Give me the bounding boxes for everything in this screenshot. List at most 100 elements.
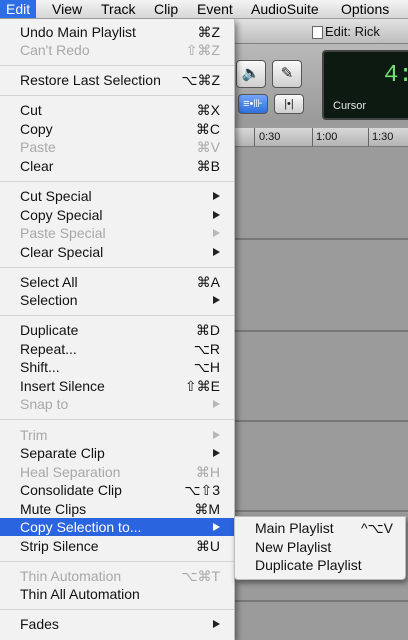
menu-view[interactable]: View bbox=[52, 0, 82, 18]
link-track-button[interactable]: ≡•⊪ bbox=[238, 94, 268, 114]
nudge-button[interactable]: |•| bbox=[274, 94, 304, 114]
document-icon bbox=[312, 26, 323, 39]
submenu-item-main-playlist[interactable]: Main Playlist ^⌥V bbox=[235, 519, 405, 537]
menu-item-duplicate[interactable]: Duplicate ⌘D bbox=[0, 321, 234, 339]
edit-menu: Undo Main Playlist ⌘Z Can't Redo ⇧⌘Z Res… bbox=[0, 19, 235, 640]
menu-item-shortcut: ⌘Z bbox=[197, 24, 220, 40]
submenu-arrow-icon bbox=[213, 229, 220, 237]
ruler-tick bbox=[254, 128, 255, 146]
menu-item-shortcut: ⌘C bbox=[195, 121, 220, 137]
ruler-tick bbox=[312, 128, 313, 146]
menu-item-label: Cut bbox=[20, 102, 42, 118]
menu-separator bbox=[0, 65, 234, 66]
menu-item-strip-silence[interactable]: Strip Silence ⌘U bbox=[0, 537, 234, 555]
menu-item-shortcut: ⌥⇧3 bbox=[184, 482, 220, 498]
submenu-item-duplicate-playlist[interactable]: Duplicate Playlist bbox=[235, 556, 405, 574]
menu-item-copy-selection-to[interactable]: Copy Selection to... bbox=[0, 518, 234, 536]
menu-item-insert-silence[interactable]: Insert Silence ⇧⌘E bbox=[0, 377, 234, 395]
menu-item-cut-special[interactable]: Cut Special bbox=[0, 187, 234, 205]
menu-item-shift[interactable]: Shift... ⌥H bbox=[0, 358, 234, 376]
menu-item-label: Clear bbox=[20, 158, 54, 174]
menu-item-shortcut: ⌥H bbox=[193, 359, 220, 375]
menu-bar: Edit View Track Clip Event AudioSuite Op… bbox=[0, 0, 408, 19]
menu-item-label: Separate Clip bbox=[20, 445, 105, 461]
menu-item-select-all[interactable]: Select All ⌘A bbox=[0, 273, 234, 291]
submenu-arrow-icon bbox=[213, 431, 220, 439]
menu-separator bbox=[0, 561, 234, 562]
menu-item-label: Cut Special bbox=[20, 188, 92, 204]
menu-item-shortcut: ⌘D bbox=[195, 322, 220, 338]
menu-item-label: Restore Last Selection bbox=[20, 72, 161, 88]
menu-separator bbox=[0, 315, 234, 316]
submenu-arrow-icon bbox=[213, 449, 220, 457]
menu-item-label: Thin All Automation bbox=[20, 586, 140, 602]
menu-item-clear-special[interactable]: Clear Special bbox=[0, 243, 234, 261]
ruler-tick bbox=[368, 128, 369, 146]
menu-item-mute-clips[interactable]: Mute Clips ⌘M bbox=[0, 500, 234, 518]
menu-item-label: Paste Special bbox=[20, 225, 106, 241]
menu-item-label: Copy Special bbox=[20, 207, 103, 223]
menu-item-consolidate-clip[interactable]: Consolidate Clip ⌥⇧3 bbox=[0, 481, 234, 499]
menu-item-label: Fades bbox=[20, 616, 59, 632]
menu-item-fades[interactable]: Fades bbox=[0, 615, 234, 633]
menu-separator bbox=[0, 95, 234, 96]
menu-item-undo[interactable]: Undo Main Playlist ⌘Z bbox=[0, 23, 234, 41]
menu-item-separate-clip[interactable]: Separate Clip bbox=[0, 444, 234, 462]
submenu-arrow-icon bbox=[213, 211, 220, 219]
menu-item-shortcut: ⌘B bbox=[196, 158, 220, 174]
menu-item-cut[interactable]: Cut ⌘X bbox=[0, 101, 234, 119]
menu-item-label: Copy Selection to... bbox=[20, 519, 142, 535]
menu-item-label: Snap to bbox=[20, 396, 69, 412]
menu-item-clear[interactable]: Clear ⌘B bbox=[0, 157, 234, 175]
menu-separator bbox=[0, 419, 234, 420]
menu-item-label: Repeat... bbox=[20, 341, 77, 357]
menu-item-selection[interactable]: Selection bbox=[0, 291, 234, 309]
menu-event[interactable]: Event bbox=[197, 0, 233, 18]
pencil-tool-icon[interactable]: ✎ bbox=[272, 60, 302, 88]
menu-item-label: Clear Special bbox=[20, 244, 104, 260]
menu-item-label: Strip Silence bbox=[20, 538, 99, 554]
menu-item-shortcut: ⌘A bbox=[196, 274, 220, 290]
menu-item-label: Select All bbox=[20, 274, 78, 290]
menu-item-redo: Can't Redo ⇧⌘Z bbox=[0, 41, 234, 59]
submenu-arrow-icon bbox=[213, 248, 220, 256]
menu-item-label: Thin Automation bbox=[20, 568, 122, 584]
submenu-item-label: Duplicate Playlist bbox=[255, 557, 362, 573]
menu-item-repeat[interactable]: Repeat... ⌥R bbox=[0, 340, 234, 358]
menu-clip[interactable]: Clip bbox=[154, 0, 178, 18]
menu-item-label: Undo Main Playlist bbox=[20, 24, 136, 40]
menu-options[interactable]: Options bbox=[341, 0, 389, 18]
menu-item-copy[interactable]: Copy ⌘C bbox=[0, 120, 234, 138]
menu-item-shortcut: ⌥⌘T bbox=[181, 568, 220, 584]
menu-item-shortcut: ⌘M bbox=[194, 501, 220, 517]
submenu-item-new-playlist[interactable]: New Playlist bbox=[235, 538, 405, 556]
menu-item-label: Trim bbox=[20, 427, 48, 443]
speaker-icon[interactable]: 🔈 bbox=[236, 60, 266, 88]
submenu-arrow-icon bbox=[213, 523, 220, 531]
submenu-item-label: Main Playlist bbox=[255, 520, 334, 536]
menu-item-label: Paste bbox=[20, 139, 56, 155]
menu-item-label: Consolidate Clip bbox=[20, 482, 122, 498]
menu-item-thin-all-automation[interactable]: Thin All Automation bbox=[0, 585, 234, 603]
menu-item-shortcut: ⌘H bbox=[195, 464, 220, 480]
menu-item-shortcut: ⌥⌘Z bbox=[181, 72, 220, 88]
menu-item-restore-last-selection[interactable]: Restore Last Selection ⌥⌘Z bbox=[0, 71, 234, 89]
submenu-arrow-icon bbox=[213, 620, 220, 628]
menu-track[interactable]: Track bbox=[101, 0, 135, 18]
menu-item-label: Insert Silence bbox=[20, 378, 105, 394]
menu-item-shortcut: ⇧⌘E bbox=[184, 378, 220, 394]
submenu-item-label: New Playlist bbox=[255, 539, 332, 555]
menu-item-shortcut: ⇧⌘Z bbox=[185, 42, 220, 58]
menu-item-heal-separation: Heal Separation ⌘H bbox=[0, 463, 234, 481]
menu-item-shortcut: ⌥R bbox=[193, 341, 220, 357]
menu-item-shortcut: ⌘X bbox=[196, 102, 220, 118]
menu-item-thin-automation: Thin Automation ⌥⌘T bbox=[0, 567, 234, 585]
counter-label: Cursor bbox=[333, 100, 367, 112]
copy-selection-submenu: Main Playlist ^⌥V New Playlist Duplicate… bbox=[234, 516, 406, 580]
menu-item-copy-special[interactable]: Copy Special bbox=[0, 206, 234, 224]
menu-item-label: Shift... bbox=[20, 359, 60, 375]
window-title: Edit: Rick bbox=[325, 24, 380, 39]
menu-audiosuite[interactable]: AudioSuite bbox=[251, 0, 319, 18]
menu-edit[interactable]: Edit bbox=[0, 0, 37, 18]
menu-item-label: Heal Separation bbox=[20, 464, 121, 480]
